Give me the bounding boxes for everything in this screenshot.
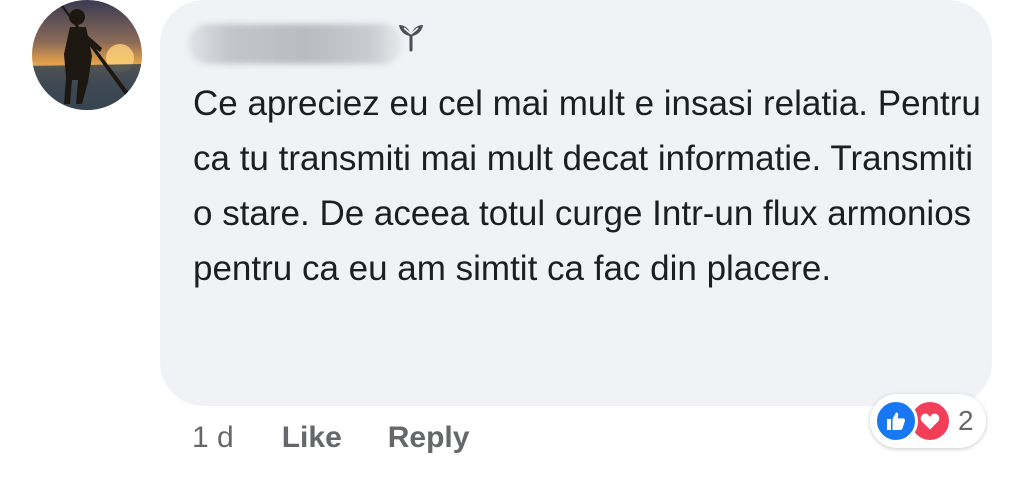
avatar-silhouette <box>32 2 142 110</box>
reactions-summary[interactable]: 2 <box>870 394 986 448</box>
comment-bubble: Ce apreciez eu cel mai mult e insasi rel… <box>160 0 992 406</box>
reaction-count: 2 <box>958 405 974 436</box>
sprout-icon[interactable] <box>394 20 428 54</box>
reply-button[interactable]: Reply <box>388 421 470 455</box>
thumbs-up-icon <box>874 399 918 443</box>
avatar[interactable] <box>32 0 142 110</box>
comment-text: Ce apreciez eu cel mai mult e insasi rel… <box>193 84 981 288</box>
comment-timestamp[interactable]: 1 d <box>192 421 234 455</box>
comment-actions: 1 d Like Reply <box>192 416 515 460</box>
like-button[interactable]: Like <box>282 421 342 455</box>
author-name[interactable] <box>188 24 402 64</box>
